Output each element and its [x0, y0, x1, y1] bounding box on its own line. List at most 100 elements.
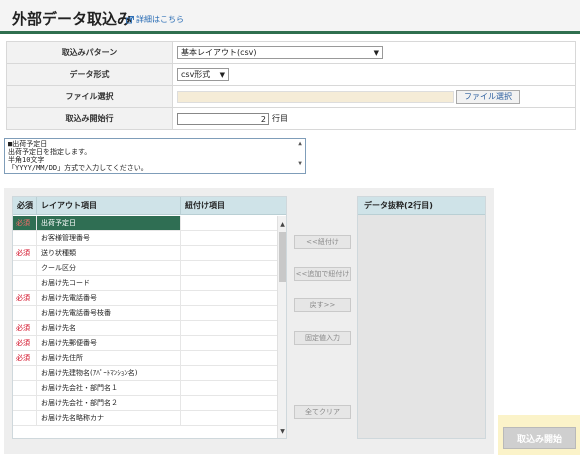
table-row[interactable]: 必須 お届け先電話番号 — [13, 291, 278, 306]
required-badge — [13, 396, 37, 410]
table-row[interactable]: お届け先建物名(ｱﾊﾟｰﾄﾏﾝｼｮﾝ名) — [13, 366, 278, 381]
scroll-thumb[interactable] — [279, 232, 286, 282]
link-cell[interactable] — [181, 276, 278, 290]
link-column-header: 紐付け項目 — [185, 201, 225, 210]
layout-item-label: お届け先建物名(ｱﾊﾟｰﾄﾏﾝｼｮﾝ名) — [37, 366, 181, 380]
required-badge — [13, 366, 37, 380]
required-badge — [13, 411, 37, 425]
link-button[interactable]: <<紐付け — [294, 235, 351, 249]
table-row[interactable]: お届け先コード — [13, 276, 278, 291]
pattern-label: 取込みパターン — [6, 41, 173, 64]
start-row-unit: 行目 — [272, 114, 288, 123]
file-label: ファイル選択 — [6, 85, 173, 108]
required-badge — [13, 381, 37, 395]
data-excerpt-title: データ抜粋(2行目) — [358, 197, 485, 215]
detail-link-label[interactable]: 詳細はこちら — [136, 14, 184, 25]
format-label: データ形式 — [6, 63, 173, 86]
back-button[interactable]: 戻す>> — [294, 298, 351, 312]
add-link-button[interactable]: <<追加で紐付け — [294, 267, 351, 281]
link-cell[interactable] — [181, 216, 278, 230]
scroll-up-icon[interactable]: ▲ — [278, 220, 286, 229]
link-cell[interactable] — [181, 306, 278, 320]
layout-item-label: お届け先会社・部門名２ — [37, 396, 181, 410]
layout-header: 必須 レイアウト項目 紐付け項目 — [13, 197, 286, 215]
start-row-input[interactable]: 2 — [177, 112, 269, 125]
pattern-select[interactable]: 基本レイアウト(csv) ▼ — [177, 46, 383, 59]
layout-item-label: 出荷予定日 — [37, 216, 181, 230]
link-cell[interactable] — [181, 351, 278, 365]
settings-table: 取込みパターン 基本レイアウト(csv) ▼ データ形式 csv形式 ▼ ファイ… — [6, 41, 576, 130]
scroll-down-icon[interactable]: ▼ — [278, 427, 286, 436]
required-badge: 必須 — [13, 351, 37, 365]
layout-item-label: お客様管理番号 — [37, 231, 181, 245]
data-excerpt-box: データ抜粋(2行目) — [357, 196, 486, 439]
layout-rows: 必須 出荷予定日 お客様管理番号 必須 送り状種類 クール区分 お届け先コード 必須 お届け先電… — [13, 216, 278, 426]
format-select[interactable]: csv形式 ▼ — [177, 68, 229, 81]
layout-list: 必須 レイアウト項目 紐付け項目 必須 出荷予定日 お客様管理番号 必須 送り状種類 クー… — [12, 196, 287, 439]
layout-item-label: クール区分 — [37, 261, 181, 275]
page-title: 外部データ取込み — [12, 10, 133, 28]
layout-item-label: お届け先住所 — [37, 351, 181, 365]
table-row[interactable]: 必須 お届け先住所 — [13, 351, 278, 366]
layout-item-label: お届け先名 — [37, 321, 181, 335]
link-cell[interactable] — [181, 246, 278, 260]
file-select-button[interactable]: ファイル選択 — [456, 89, 520, 104]
chevron-down-icon: ▼ — [219, 70, 225, 79]
help-line: 半角10文字 — [8, 156, 45, 164]
page-header: 外部データ取込み 詳細はこちら — [0, 0, 580, 34]
layout-item-label: お届け先電話番号枝番 — [37, 306, 181, 320]
chevron-down-icon: ▼ — [373, 48, 379, 57]
layout-item-label: お届け先名略称カナ — [37, 411, 181, 425]
layout-item-label: お届け先コード — [37, 276, 181, 290]
required-badge — [13, 276, 37, 290]
required-badge — [13, 231, 37, 245]
link-cell[interactable] — [181, 336, 278, 350]
mapping-panel: 必須 レイアウト項目 紐付け項目 必須 出荷予定日 お客様管理番号 必須 送り状種類 クー… — [4, 188, 494, 454]
required-badge — [13, 261, 37, 275]
layout-scrollbar[interactable]: ▲ ▼ — [277, 216, 286, 438]
table-row[interactable]: 必須 お届け先名 — [13, 321, 278, 336]
external-link-icon — [126, 15, 134, 23]
required-badge: 必須 — [13, 246, 37, 260]
fixed-value-button[interactable]: 固定値入力 — [294, 331, 351, 345]
table-row[interactable]: 必須 出荷予定日 — [13, 216, 278, 231]
link-cell[interactable] — [181, 381, 278, 395]
link-cell[interactable] — [181, 291, 278, 305]
help-scrollbar[interactable]: ▲ ▼ — [296, 140, 304, 172]
help-line: ■出荷予定日 — [8, 140, 48, 148]
start-area: 取込み開始 — [498, 415, 580, 455]
start-row-label: 取込み開始行 — [6, 107, 173, 130]
table-row[interactable]: お届け先会社・部門名２ — [13, 396, 278, 411]
required-badge: 必須 — [13, 291, 37, 305]
clear-all-button[interactable]: 全てクリア — [294, 405, 351, 419]
layout-item-label: お届け先電話番号 — [37, 291, 181, 305]
layout-item-label: 送り状種類 — [37, 246, 181, 260]
help-textarea[interactable]: ■出荷予定日 出荷予定日を指定します。 半角10文字 「YYYY/MM/DD」方… — [4, 138, 306, 174]
link-cell[interactable] — [181, 321, 278, 335]
table-row[interactable]: 必須 送り状種類 — [13, 246, 278, 261]
pattern-select-value: 基本レイアウト(csv) — [181, 48, 257, 57]
required-badge: 必須 — [13, 216, 37, 230]
link-cell[interactable] — [181, 411, 278, 425]
file-path-field[interactable] — [177, 90, 454, 103]
required-badge: 必須 — [13, 336, 37, 350]
start-import-button[interactable]: 取込み開始 — [503, 427, 576, 449]
link-cell[interactable] — [181, 231, 278, 245]
link-cell[interactable] — [181, 366, 278, 380]
table-row[interactable]: クール区分 — [13, 261, 278, 276]
detail-link[interactable]: 詳細はこちら — [126, 14, 184, 25]
table-row[interactable]: お客様管理番号 — [13, 231, 278, 246]
scroll-up-icon[interactable]: ▲ — [296, 140, 304, 148]
help-line: 「YYYY/MM/DD」方式で入力してください。 — [8, 164, 148, 172]
table-row[interactable]: 必須 お届け先郵便番号 — [13, 336, 278, 351]
link-cell[interactable] — [181, 396, 278, 410]
table-row[interactable]: お届け先名略称カナ — [13, 411, 278, 426]
scroll-down-icon[interactable]: ▼ — [296, 160, 304, 168]
table-row[interactable]: お届け先会社・部門名１ — [13, 381, 278, 396]
layout-item-label: お届け先郵便番号 — [37, 336, 181, 350]
required-badge: 必須 — [13, 321, 37, 335]
layout-item-label: お届け先会社・部門名１ — [37, 381, 181, 395]
table-row[interactable]: お届け先電話番号枝番 — [13, 306, 278, 321]
link-cell[interactable] — [181, 261, 278, 275]
required-column-header: 必須 — [13, 197, 37, 214]
